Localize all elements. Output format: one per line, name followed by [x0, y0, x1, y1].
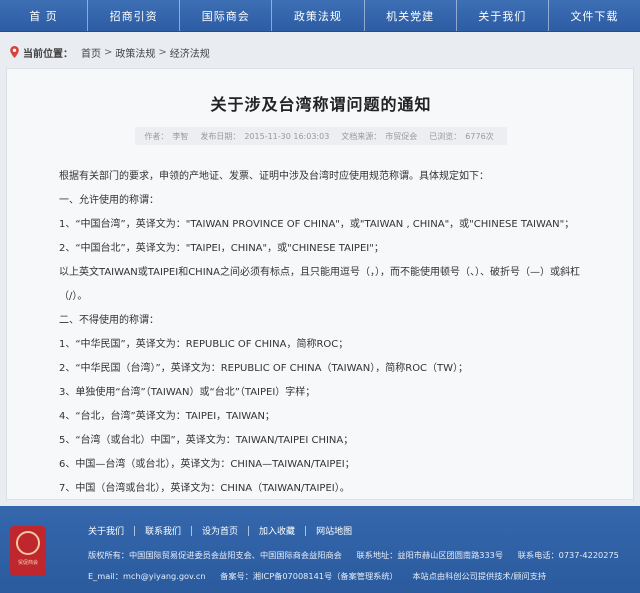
paragraph-intro: 根据有关部门的要求，申领的产地证、发票、证明中涉及台湾时应使用规范称谓。具体规定…: [59, 171, 489, 182]
footer-divider: [248, 525, 250, 536]
footer-phone: 联系电话：0737-4220275: [517, 550, 619, 560]
nav-item-investment[interactable]: 招商引资: [88, 0, 181, 31]
footer-divider: [305, 525, 307, 536]
meta-source: 市贸促会: [385, 131, 418, 141]
nav-item-downloads[interactable]: 文件下载: [549, 0, 640, 31]
meta-date: 2015-11-30 16:03:03: [244, 131, 330, 141]
site-footer: 贸促商会 关于我们 联系我们 设为首页 加入收藏 网站地图 版权所有：中国国际贸…: [0, 506, 640, 593]
footer-icp[interactable]: 备案号：湘ICP备07008141号（备案管理系统）: [220, 571, 398, 581]
footer-link-bookmark[interactable]: 加入收藏: [259, 524, 295, 537]
footer-email[interactable]: E_mail：mch@yiyang.gov.cn: [88, 571, 206, 581]
seal-caption: 贸促商会: [17, 559, 38, 566]
chamber-seal-logo: 贸促商会: [10, 526, 46, 576]
footer-copyright: 版权所有：中国国际贸易促进委员会益阳支会、中国国际商会益阳商会: [88, 550, 342, 560]
paragraph-allowed-2: 2、“中国台北”，英译文为："TAIPEI，CHINA"，或"CHINESE T…: [59, 243, 384, 254]
breadcrumb: 当前位置： 首页 > 政策法规 > 经济法规: [0, 40, 640, 64]
footer-divider: [191, 525, 193, 536]
footer-divider: [134, 525, 136, 536]
breadcrumb-home[interactable]: 首页: [81, 45, 101, 60]
location-pin-icon: [10, 46, 19, 58]
meta-views: 6776次: [465, 131, 494, 141]
seal-emblem-icon: [16, 530, 40, 555]
paragraph-allowed-heading: 一、允许使用的称谓：: [59, 195, 159, 206]
paragraph-forbidden-4: 4、“台北，台湾”英译文为：TAIPEI，TAIWAN；: [59, 411, 275, 422]
article-title: 关于涉及台湾称谓问题的通知: [210, 95, 432, 114]
paragraph-punctuation-note: 以上英文TAIWAN或TAIPEI和CHINA之间必须有标点，且只能用逗号（，）…: [59, 267, 580, 302]
footer-info-line-1: 版权所有：中国国际贸易促进委员会益阳支会、中国国际商会益阳商会 联系地址：益阳市…: [88, 549, 625, 561]
paragraph-forbidden-5: 5、“台湾（或台北）中国”，英译文为：TAIWAN/TAIPEI CHINA；: [59, 435, 354, 446]
article-body: 根据有关部门的要求，申领的产地证、发票、证明中涉及台湾时应使用规范称谓。具体规定…: [59, 165, 607, 501]
footer-link-about[interactable]: 关于我们: [88, 524, 124, 537]
paragraph-forbidden-2: 2、“中华民国（台湾）”，英译文为：REPUBLIC OF CHINA（TAIW…: [59, 363, 469, 374]
article-panel: 关于涉及台湾称谓问题的通知 作者： 李智 发布日期： 2015-11-30 16…: [6, 68, 634, 500]
nav-item-chamber[interactable]: 国际商会: [180, 0, 273, 31]
breadcrumb-separator: >: [158, 46, 167, 58]
breadcrumb-economic-law[interactable]: 经济法规: [170, 45, 210, 60]
nav-item-party[interactable]: 机关党建: [365, 0, 457, 31]
paragraph-forbidden-heading: 二、不得使用的称谓：: [59, 315, 159, 326]
breadcrumb-separator: >: [104, 46, 113, 58]
footer-support: 本站点由科创公司提供技术/顾问支持: [412, 571, 547, 581]
footer-link-contact[interactable]: 联系我们: [145, 524, 181, 537]
breadcrumb-policy[interactable]: 政策法规: [115, 45, 155, 60]
meta-author: 李智: [172, 131, 189, 141]
footer-links: 关于我们 联系我们 设为首页 加入收藏 网站地图: [88, 524, 352, 537]
paragraph-allowed-1: 1、“中国台湾”，英译文为："TAIWAN PROVINCE OF CHINA"…: [59, 219, 575, 230]
footer-link-set-homepage[interactable]: 设为首页: [202, 524, 238, 537]
paragraph-forbidden-7: 7、中国（台湾或台北），英译文为：CHINA（TAIWAN/TAIPEI）。: [59, 483, 350, 494]
footer-info-line-2: E_mail：mch@yiyang.gov.cn 备案号：湘ICP备070081…: [88, 570, 558, 582]
footer-link-sitemap[interactable]: 网站地图: [316, 524, 352, 537]
nav-item-about[interactable]: 关于我们: [457, 0, 549, 31]
nav-item-home[interactable]: 首 页: [0, 0, 88, 31]
nav-item-policy[interactable]: 政策法规: [272, 0, 365, 31]
breadcrumb-label: 当前位置：: [23, 48, 73, 60]
paragraph-forbidden-1: 1、“中华民国”，英译文为：REPUBLIC OF CHINA，简称ROC；: [59, 339, 349, 350]
article-meta: 作者： 李智 发布日期： 2015-11-30 16:03:03 文档来源： 市…: [135, 127, 507, 145]
paragraph-forbidden-6: 6、中国—台湾（或台北），英译文为：CHINA—TAIWAN/TAIPEI；: [59, 459, 355, 470]
meta-views-label: 已浏览：: [429, 131, 462, 141]
footer-address: 联系地址：益阳市赫山区团圆南路333号: [356, 550, 504, 560]
top-nav: 首 页 招商引资 国际商会 政策法规 机关党建 关于我们 文件下载: [0, 0, 640, 32]
meta-source-label: 文档来源：: [341, 131, 382, 141]
meta-author-label: 作者：: [144, 131, 169, 141]
meta-date-label: 发布日期：: [200, 131, 241, 141]
paragraph-forbidden-3: 3、单独使用“台湾”（TAIWAN）或“台北”（TAIPEI）字样；: [59, 387, 316, 398]
